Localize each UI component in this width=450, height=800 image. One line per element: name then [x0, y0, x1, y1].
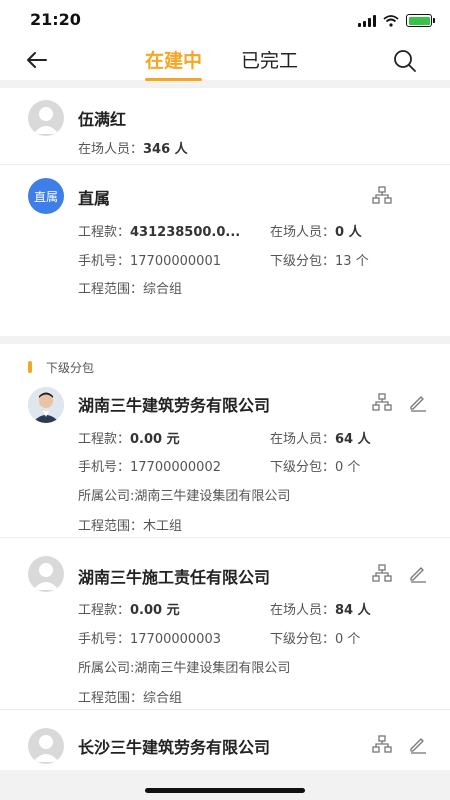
avatar-placeholder-icon	[28, 100, 64, 136]
direct-badge: 直属	[28, 178, 64, 214]
sub-amount: 工程款：0.00 元	[78, 603, 180, 618]
status-time: 21:20	[30, 10, 81, 29]
sub-phone: 手机号：17700000003	[78, 632, 221, 647]
sub-scope: 工程范围：综合组	[78, 691, 183, 706]
avatar-placeholder-icon	[28, 556, 64, 592]
section-marker	[28, 361, 32, 373]
tab-in-progress[interactable]: 在建中	[145, 46, 203, 81]
direct-sub-count: 下级分包：13 个	[270, 254, 369, 269]
direct-phone: 手机号：17700000001	[78, 254, 221, 269]
sub-phone: 手机号：17700000002	[78, 460, 221, 475]
sub-onsite: 在场人员：84 人	[270, 603, 371, 618]
org-chart-icon[interactable]	[372, 734, 392, 754]
direct-title: 直属	[78, 189, 111, 208]
org-chart-icon[interactable]	[372, 563, 392, 583]
divider	[0, 537, 450, 538]
tab-completed[interactable]: 已完工	[241, 46, 298, 73]
company-avatar	[28, 387, 64, 423]
summary-card: 伍满红 在场人员：346 人 直属 直属 工程款：431238500.0... …	[0, 88, 450, 336]
direct-scope: 工程范围：综合组	[78, 282, 183, 297]
status-icons	[358, 14, 435, 27]
edit-icon[interactable]	[408, 392, 428, 412]
signal-icon	[358, 14, 376, 27]
search-icon[interactable]	[392, 48, 418, 74]
sub-onsite: 在场人员：64 人	[270, 432, 371, 447]
edit-icon[interactable]	[408, 734, 428, 754]
direct-amount: 工程款：431238500.0...	[78, 225, 241, 240]
direct-onsite: 在场人员：0 人	[270, 225, 362, 240]
sub-sub-count: 下级分包：0 个	[270, 632, 361, 647]
nav-bar: 在建中 已完工	[0, 44, 450, 81]
sub-amount: 工程款：0.00 元	[78, 432, 180, 447]
status-bar: 21:20	[0, 0, 450, 44]
edit-icon[interactable]	[408, 563, 428, 583]
wifi-icon	[383, 14, 399, 27]
divider	[0, 709, 450, 710]
onsite-total: 在场人员：346 人	[78, 142, 188, 157]
sub-list: 下级分包 湖南三牛建筑劳务有限公司 工程款：0.00 元 在场人员：64 人 手…	[0, 344, 450, 770]
avatar-placeholder-icon	[28, 728, 64, 764]
sub-company: 所属公司:湖南三牛建设集团有限公司	[78, 661, 291, 676]
sub-name[interactable]: 湖南三牛建筑劳务有限公司	[78, 392, 270, 416]
divider	[0, 164, 450, 165]
sub-sub-count: 下级分包：0 个	[270, 460, 361, 475]
sub-scope: 工程范围：木工组	[78, 519, 183, 534]
sub-name[interactable]: 长沙三牛建筑劳务有限公司	[78, 734, 270, 758]
home-indicator[interactable]	[145, 788, 305, 793]
manager-name: 伍满红	[78, 110, 127, 129]
org-chart-icon[interactable]	[372, 185, 392, 205]
org-chart-icon[interactable]	[372, 392, 392, 412]
section-label: 下级分包	[46, 361, 95, 375]
sub-name[interactable]: 湖南三牛施工责任有限公司	[78, 564, 270, 588]
back-arrow-icon[interactable]	[24, 48, 50, 72]
sub-company: 所属公司:湖南三牛建设集团有限公司	[78, 489, 291, 504]
battery-icon	[406, 14, 435, 27]
